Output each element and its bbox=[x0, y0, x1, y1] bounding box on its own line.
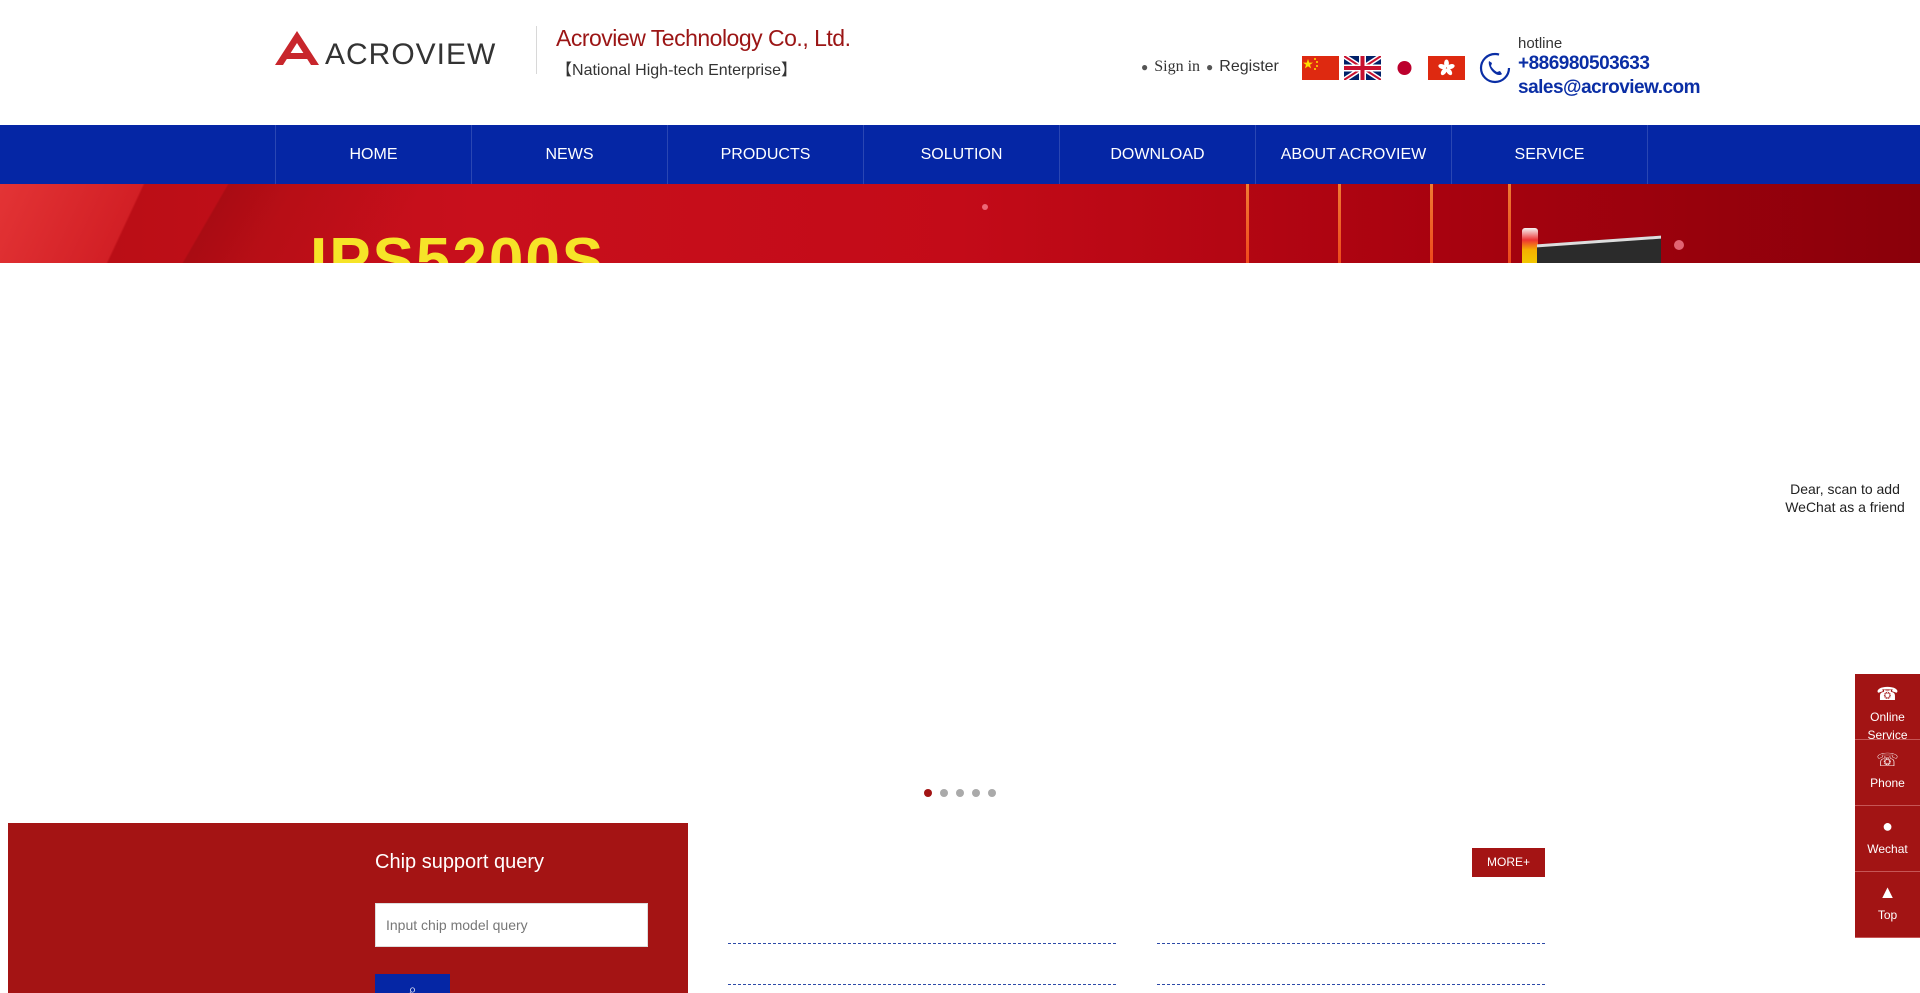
slider-dot[interactable] bbox=[988, 789, 996, 797]
nav-item-download[interactable]: DOWNLOAD bbox=[1060, 125, 1256, 184]
hero-banner[interactable]: IPS5200S bbox=[0, 184, 1920, 263]
nav-item-products[interactable]: PRODUCTS bbox=[668, 125, 864, 184]
banner-sparkle bbox=[982, 204, 988, 210]
floating-side-bar: ☎ Online Service ☏ Phone ● Wechat ▲ Top bbox=[1855, 674, 1920, 938]
banner-title: IPS5200S bbox=[310, 226, 606, 264]
sign-in-link[interactable]: Sign in bbox=[1154, 58, 1200, 76]
logo-divider bbox=[536, 26, 537, 74]
slider-dot[interactable] bbox=[940, 789, 948, 797]
back-to-top-button[interactable]: ▲ Top bbox=[1855, 872, 1920, 938]
wechat-label: Wechat bbox=[1867, 842, 1908, 856]
news-list-divider bbox=[1157, 943, 1545, 944]
slider-dot[interactable] bbox=[924, 789, 932, 797]
banner-light-streak bbox=[1430, 184, 1433, 263]
news-list-divider bbox=[728, 943, 1116, 944]
nav-item-news[interactable]: NEWS bbox=[472, 125, 668, 184]
search-icon: ⌕ bbox=[408, 981, 417, 993]
company-tagline: 【National High-tech Enterprise】 bbox=[556, 62, 798, 79]
chip-support-panel: Chip support query ⌕ bbox=[8, 823, 688, 993]
banner-signal-lamp bbox=[1522, 228, 1538, 263]
online-service-label: Online Service bbox=[1867, 710, 1908, 740]
user-icon: ● bbox=[1141, 60, 1149, 74]
wechat-hint-line2: WeChat as a friend bbox=[1785, 499, 1905, 515]
phone-button[interactable]: ☏ Phone bbox=[1855, 740, 1920, 806]
chip-model-input[interactable] bbox=[375, 903, 648, 947]
banner-light-streak bbox=[1246, 184, 1249, 263]
wechat-hint-line1: Dear, scan to add bbox=[1790, 481, 1900, 497]
hong-kong-flag-icon bbox=[1428, 56, 1465, 80]
wechat-button[interactable]: ● Wechat bbox=[1855, 806, 1920, 872]
hotline-label: hotline bbox=[1518, 35, 1563, 52]
acroview-logo[interactable]: ACROVIEW bbox=[275, 28, 520, 68]
online-service-button[interactable]: ☎ Online Service bbox=[1855, 674, 1920, 740]
wechat-icon: ● bbox=[1882, 816, 1893, 836]
news-list-divider bbox=[1157, 984, 1545, 985]
nav-item-solution[interactable]: SOLUTION bbox=[864, 125, 1060, 184]
phone-icon: ☏ bbox=[1876, 750, 1899, 770]
banner-sparkle bbox=[1674, 240, 1684, 250]
nav-list: HOME NEWS PRODUCTS SOLUTION DOWNLOAD ABO… bbox=[275, 125, 1648, 184]
company-name: Acroview Technology Co., Ltd. bbox=[556, 25, 851, 51]
uk-flag-icon bbox=[1344, 56, 1381, 80]
headset-icon: ☎ bbox=[1876, 684, 1899, 704]
china-flag-icon bbox=[1302, 56, 1339, 80]
arrow-up-icon: ▲ bbox=[1878, 882, 1897, 902]
news-list-divider bbox=[728, 984, 1116, 985]
uk-flag[interactable] bbox=[1344, 56, 1381, 80]
user-plus-icon: ● bbox=[1206, 60, 1214, 74]
phone-icon bbox=[1479, 52, 1511, 84]
phone-label: Phone bbox=[1870, 776, 1905, 790]
banner-light-streak bbox=[1338, 184, 1341, 263]
nav-item-about[interactable]: ABOUT ACROVIEW bbox=[1256, 125, 1452, 184]
wechat-hint: Dear, scan to add WeChat as a friend bbox=[1770, 480, 1920, 516]
japan-flag-icon bbox=[1386, 56, 1423, 80]
slider-dot[interactable] bbox=[956, 789, 964, 797]
hotline-email[interactable]: sales@acroview.com bbox=[1518, 77, 1701, 99]
news-more-button[interactable]: MORE+ bbox=[1472, 848, 1545, 877]
slider-dot[interactable] bbox=[972, 789, 980, 797]
logo-text: ACROVIEW bbox=[325, 38, 496, 68]
register-link[interactable]: Register bbox=[1219, 58, 1279, 76]
logo-mark: ACROVIEW bbox=[275, 31, 496, 68]
japan-flag[interactable] bbox=[1386, 56, 1423, 80]
chip-search-button[interactable]: ⌕ bbox=[375, 974, 450, 993]
company-tag-text: National High-tech Enterprise bbox=[572, 62, 782, 79]
nav-item-home[interactable]: HOME bbox=[276, 125, 472, 184]
chip-query-title: Chip support query bbox=[375, 851, 544, 873]
site-header: ACROVIEW Acroview Technology Co., Ltd. 【… bbox=[0, 0, 1920, 125]
chinese-flag[interactable] bbox=[1302, 56, 1339, 80]
top-label: Top bbox=[1877, 908, 1898, 922]
main-nav: HOME NEWS PRODUCTS SOLUTION DOWNLOAD ABO… bbox=[0, 125, 1920, 184]
banner-device-image bbox=[1537, 235, 1661, 263]
auth-links: ● Sign in ● Register bbox=[1141, 58, 1279, 76]
hotline-phone[interactable]: +886980503633 bbox=[1518, 53, 1650, 75]
banner-light-streak bbox=[1508, 184, 1511, 263]
slider-pagination bbox=[924, 789, 996, 797]
nav-item-service[interactable]: SERVICE bbox=[1452, 125, 1648, 184]
hong-kong-flag[interactable] bbox=[1428, 56, 1465, 80]
